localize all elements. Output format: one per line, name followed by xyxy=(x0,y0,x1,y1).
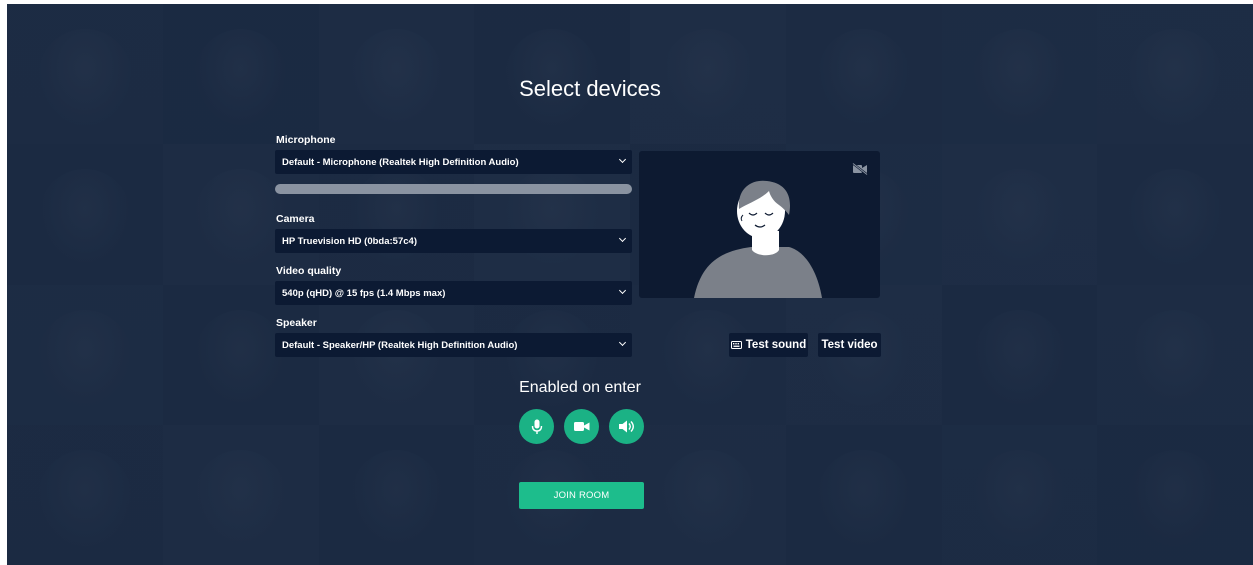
device-setup-screen: Select devices Microphone Default - Micr… xyxy=(7,4,1253,565)
test-video-button[interactable]: Test video xyxy=(818,333,881,357)
microphone-select-value: Default - Microphone (Realtek High Defin… xyxy=(282,156,519,168)
enabled-on-enter-heading: Enabled on enter xyxy=(519,379,641,396)
page-title: Select devices xyxy=(519,76,661,101)
join-room-button[interactable]: JOIN ROOM xyxy=(519,482,644,509)
microphone-icon xyxy=(531,419,542,434)
chevron-down-icon xyxy=(618,286,627,295)
video-quality-select-value: 540p (qHD) @ 15 fps (1.4 Mbps max) xyxy=(282,287,446,299)
camera-select-value: HP Truevision HD (0bda:57c4) xyxy=(282,235,417,247)
video-preview xyxy=(639,151,880,298)
microphone-label: Microphone xyxy=(276,134,336,146)
chevron-down-icon xyxy=(618,155,627,164)
chevron-down-icon xyxy=(618,234,627,243)
test-sound-button[interactable]: Test sound xyxy=(729,333,808,357)
chevron-down-icon xyxy=(618,338,627,347)
speaker-select[interactable]: Default - Speaker/HP (Realtek High Defin… xyxy=(275,333,632,357)
video-camera-icon xyxy=(573,422,589,431)
test-video-label: Test video xyxy=(821,339,878,351)
test-sound-label: Test sound xyxy=(745,339,807,351)
microphone-level-meter xyxy=(275,184,632,194)
microphone-select[interactable]: Default - Microphone (Realtek High Defin… xyxy=(275,150,632,174)
speaker-label: Speaker xyxy=(276,317,317,329)
speaker-icon xyxy=(619,420,634,433)
speaker-select-value: Default - Speaker/HP (Realtek High Defin… xyxy=(282,339,518,351)
video-quality-label: Video quality xyxy=(276,265,342,277)
camera-select[interactable]: HP Truevision HD (0bda:57c4) xyxy=(275,229,632,253)
camera-label: Camera xyxy=(276,213,315,225)
speaker-toggle[interactable] xyxy=(609,409,644,444)
avatar-placeholder xyxy=(694,180,822,298)
keyboard-icon xyxy=(730,341,742,349)
camera-toggle[interactable] xyxy=(564,409,599,444)
microphone-toggle[interactable] xyxy=(519,409,554,444)
video-quality-select[interactable]: 540p (qHD) @ 15 fps (1.4 Mbps max) xyxy=(275,281,632,305)
